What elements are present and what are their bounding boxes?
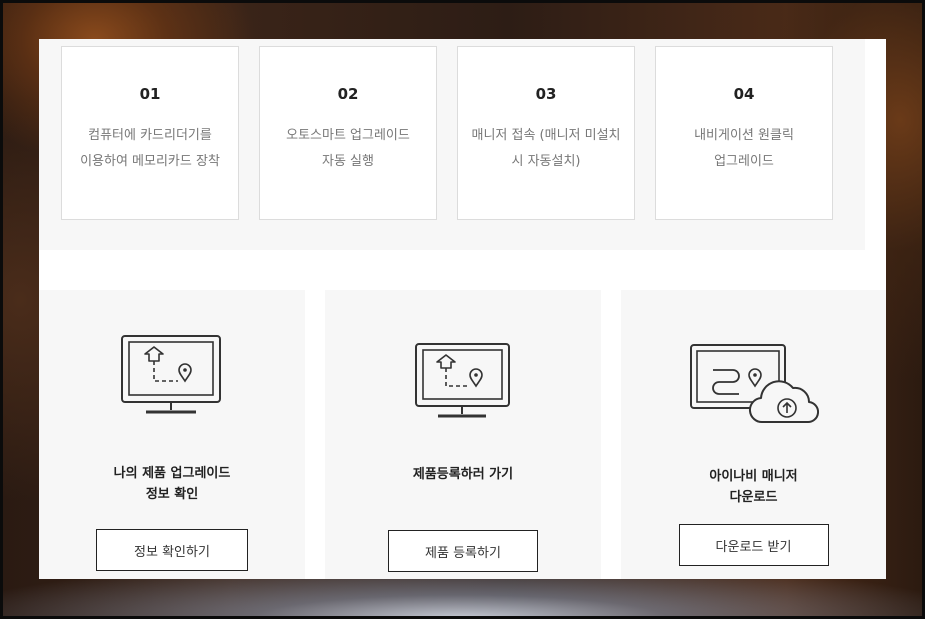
download-manager-button[interactable]: 다운로드 받기 xyxy=(678,524,829,566)
step-description: 매니저 접속 (매니저 미설치 시 자동설치) xyxy=(471,128,621,169)
register-product-button[interactable]: 제품 등록하기 xyxy=(388,530,538,572)
card-title-line: 아이나비 매니저 xyxy=(709,469,798,484)
steps-panel: 01 컴퓨터에 카드리더기를 이용하여 메모리카드 장착 02 오토스마트 업그… xyxy=(39,39,865,250)
step-number: 03 xyxy=(535,85,557,103)
step-description: 내비게이션 원클릭 업그레이드 xyxy=(694,128,794,169)
step-number: 04 xyxy=(733,85,755,103)
monitor-route-icon xyxy=(121,335,221,414)
card-title: 나의 제품 업그레이드 정보 확인 xyxy=(39,463,305,505)
step-description: 컴퓨터에 카드리더기를 이용하여 메모리카드 장착 xyxy=(80,128,220,169)
cloud-upload-icon xyxy=(689,344,819,424)
card-title-line: 다운로드 xyxy=(729,490,778,505)
card-title: 아이나비 매니저 다운로드 xyxy=(621,466,886,508)
card-upgrade-info: 나의 제품 업그레이드 정보 확인 정보 확인하기 xyxy=(39,290,305,579)
step-number: 01 xyxy=(139,85,161,103)
card-title-line: 제품등록하러 가기 xyxy=(412,467,514,482)
card-title-line: 정보 확인 xyxy=(145,487,199,502)
step-card-04: 04 내비게이션 원클릭 업그레이드 xyxy=(655,46,833,220)
monitor-route-icon xyxy=(415,343,510,418)
step-card-01: 01 컴퓨터에 카드리더기를 이용하여 메모리카드 장착 xyxy=(61,46,239,220)
card-manager-download: 아이나비 매니저 다운로드 다운로드 받기 xyxy=(621,290,886,579)
step-number: 02 xyxy=(337,85,359,103)
card-product-register: 제품등록하러 가기 제품 등록하기 xyxy=(325,290,601,579)
card-title-line: 나의 제품 업그레이드 xyxy=(113,466,231,481)
view-info-button[interactable]: 정보 확인하기 xyxy=(96,529,248,571)
step-description: 오토스마트 업그레이드 자동 실행 xyxy=(286,128,410,169)
step-card-02: 02 오토스마트 업그레이드 자동 실행 xyxy=(259,46,437,220)
upgrade-guide-page: 01 컴퓨터에 카드리더기를 이용하여 메모리카드 장착 02 오토스마트 업그… xyxy=(39,39,886,579)
card-title: 제품등록하러 가기 xyxy=(325,464,601,485)
step-card-03: 03 매니저 접속 (매니저 미설치 시 자동설치) xyxy=(457,46,635,220)
